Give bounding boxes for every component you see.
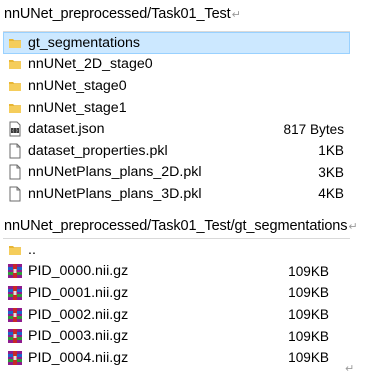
file-size: 109KB [288,307,329,323]
listing2-item[interactable]: PID_0004.nii.gz 109KB [3,347,350,369]
json-file-icon: { } [6,121,23,138]
listing2-item[interactable]: PID_0000.nii.gz 109KB [3,261,350,283]
return-mark: ↵ [231,9,241,21]
file-size: 3KB [318,164,344,180]
file-icon [6,142,23,159]
file-size: 4KB [318,186,344,202]
listing1-item[interactable]: { } dataset.json 817 Bytes [3,118,350,140]
folder-icon [6,34,23,51]
listing2-item[interactable]: PID_0001.nii.gz 109KB [3,282,350,304]
archive-icon [6,306,23,323]
return-mark: ↵ [348,221,358,233]
archive-icon [6,284,23,301]
file-name: PID_0001.nii.gz [28,284,129,301]
listing1-item[interactable]: gt_segmentations [3,32,350,54]
listing1-item[interactable]: nnUNetPlans_plans_3D.pkl 4KB [3,183,350,205]
file-size: 109KB [288,328,329,344]
folder-icon [6,77,23,94]
svg-text:{ }: { } [11,128,18,133]
listing1-path-line: nnUNet_preprocessed/Task01_Test↵ [4,6,241,22]
listing2-file-list: .. PID_0000.nii.gz 109KB PID_0001.nii.gz 109… [3,238,350,369]
folder-icon [6,56,23,73]
file-icon [6,185,23,202]
archive-icon [6,263,23,280]
return-mark: ↵ [345,363,355,375]
listing1-file-list: gt_segmentations nnUNet_2D_stage0 nnUNet_s… [3,31,350,205]
file-size: 1KB [318,143,344,159]
file-name: .. [28,241,36,258]
listing1-item[interactable]: dataset_properties.pkl 1KB [3,140,350,162]
file-name: dataset.json [28,121,105,138]
file-size: 109KB [288,350,329,366]
file-name: PID_0003.nii.gz [28,328,129,345]
listing1-item[interactable]: nnUNetPlans_plans_2D.pkl 3KB [3,162,350,184]
file-name: PID_0000.nii.gz [28,263,129,280]
file-name: dataset_properties.pkl [28,142,168,159]
listing2-path-line: nnUNet_preprocessed/Task01_Test/gt_segme… [4,218,358,234]
file-size: 817 Bytes [283,121,344,137]
file-name: nnUNetPlans_plans_2D.pkl [28,164,202,181]
file-size: 109KB [288,263,329,279]
file-name: PID_0002.nii.gz [28,306,129,323]
file-icon [6,164,23,181]
file-name: nnUNet_2D_stage0 [28,56,153,73]
listing1-item[interactable]: nnUNet_2D_stage0 [3,54,350,76]
folder-icon [6,241,23,258]
folder-icon [6,99,23,116]
file-name: nnUNet_stage1 [28,99,127,116]
archive-icon [6,328,23,345]
listing1-item[interactable]: nnUNet_stage0 [3,75,350,97]
file-size: 109KB [288,285,329,301]
file-name: nnUNet_stage0 [28,77,127,94]
listing1-item[interactable]: nnUNet_stage1 [3,97,350,119]
file-name: PID_0004.nii.gz [28,349,129,366]
listing2-item[interactable]: .. [3,239,350,261]
file-name: nnUNetPlans_plans_3D.pkl [28,185,202,202]
listing1-path: nnUNet_preprocessed/Task01_Test [4,6,231,22]
listing2-path: nnUNet_preprocessed/Task01_Test/gt_segme… [4,218,348,234]
listing2-item[interactable]: PID_0002.nii.gz 109KB [3,304,350,326]
listing2-item[interactable]: PID_0003.nii.gz 109KB [3,325,350,347]
file-name: gt_segmentations [28,34,140,51]
archive-icon [6,349,23,366]
